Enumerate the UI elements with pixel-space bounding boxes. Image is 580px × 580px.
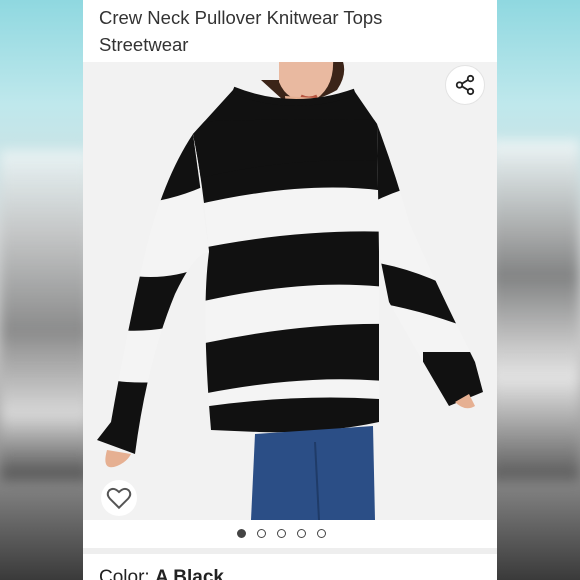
product-title: Crew Neck Pullover Knitwear Tops Streetw…	[99, 4, 479, 58]
product-image-gallery[interactable]	[83, 55, 497, 521]
gallery-dot-4[interactable]	[297, 529, 306, 538]
color-selection-label: Color: A Black	[99, 567, 224, 580]
color-label: Color:	[99, 567, 150, 580]
gallery-dot-3[interactable]	[277, 529, 286, 538]
gallery-dot-5[interactable]	[317, 529, 326, 538]
product-page: Crew Neck Pullover Knitwear Tops Streetw…	[83, 0, 497, 580]
product-image	[97, 55, 483, 521]
share-icon	[455, 74, 475, 96]
heart-icon	[106, 487, 132, 510]
add-to-wishlist-button[interactable]	[101, 480, 137, 516]
gallery-dot-1[interactable]	[237, 529, 246, 538]
gallery-dot-2[interactable]	[257, 529, 266, 538]
share-button[interactable]	[445, 65, 485, 105]
color-value: A Black	[154, 567, 224, 580]
gallery-pagination	[237, 529, 326, 538]
section-divider	[83, 548, 497, 554]
product-title-line-2: Streetwear	[99, 34, 189, 55]
product-title-line-1: Crew Neck Pullover Knitwear Tops	[99, 7, 383, 28]
